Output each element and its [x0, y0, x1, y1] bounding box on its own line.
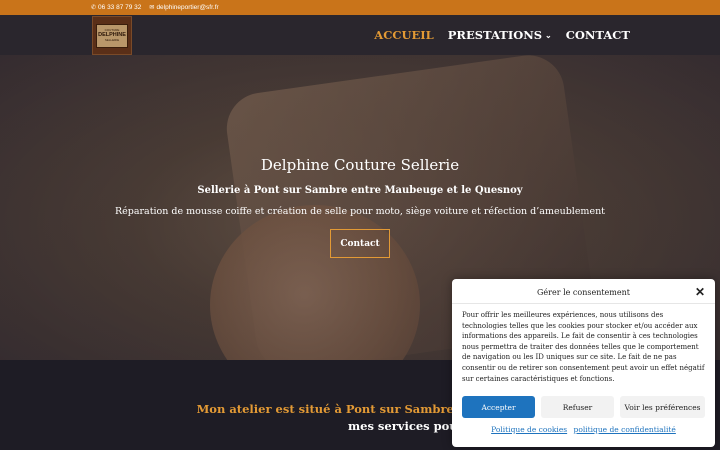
preferences-button[interactable]: Voir les préférences — [620, 396, 705, 418]
logo-plate: COUTURE DELPHINE SELLERIE — [96, 23, 128, 48]
close-icon[interactable]: ✕ — [695, 285, 705, 299]
hero-description: Réparation de mousse coiffe et création … — [114, 206, 606, 217]
site-logo[interactable]: COUTURE DELPHINE SELLERIE — [92, 16, 132, 55]
accept-button[interactable]: Accepter — [462, 396, 535, 418]
envelope-icon: ✉ — [149, 5, 155, 11]
consent-links: Politique de cookies politique de confid… — [452, 425, 715, 434]
chevron-down-icon: ⌄ — [545, 30, 552, 40]
top-bar: ✆ 06 33 87 79 32 ✉ delphineportier@sfr.f… — [0, 0, 720, 15]
phone-number: 06 33 87 79 32 — [98, 4, 142, 11]
main-nav: ACCUEIL PRESTATIONS ⌄ CONTACT — [360, 15, 630, 55]
nav-item-prestations-label: PRESTATIONS — [447, 28, 543, 42]
refuse-button[interactable]: Refuser — [541, 396, 614, 418]
contact-button[interactable]: Contact — [330, 229, 390, 258]
cookie-policy-link[interactable]: Politique de cookies — [491, 425, 567, 434]
hero-title: Delphine Couture Sellerie — [260, 156, 460, 174]
consent-divider — [452, 303, 715, 304]
consent-text: Pour offrir les meilleures expériences, … — [462, 311, 705, 383]
hero-subtitle: Sellerie à Pont sur Sambre entre Maubeug… — [197, 185, 523, 196]
phone-icon: ✆ — [91, 5, 97, 11]
nav-item-contact[interactable]: CONTACT — [566, 28, 630, 42]
logo-line-3: SELLERIE — [104, 38, 120, 43]
phone-contact[interactable]: ✆ 06 33 87 79 32 — [91, 4, 141, 11]
consent-dialog: Gérer le consentement ✕ Pour offrir les … — [452, 279, 715, 447]
consent-title: Gérer le consentement — [537, 288, 630, 297]
email-address: delphineportier@sfr.fr — [156, 4, 219, 11]
site-header: COUTURE DELPHINE SELLERIE ACCUEIL PRESTA… — [0, 15, 720, 55]
nav-item-prestations[interactable]: PRESTATIONS ⌄ — [448, 28, 552, 42]
privacy-policy-link[interactable]: politique de confidentialité — [574, 425, 676, 434]
email-contact[interactable]: ✉ delphineportier@sfr.fr — [149, 4, 218, 11]
nav-item-accueil[interactable]: ACCUEIL — [374, 28, 434, 42]
